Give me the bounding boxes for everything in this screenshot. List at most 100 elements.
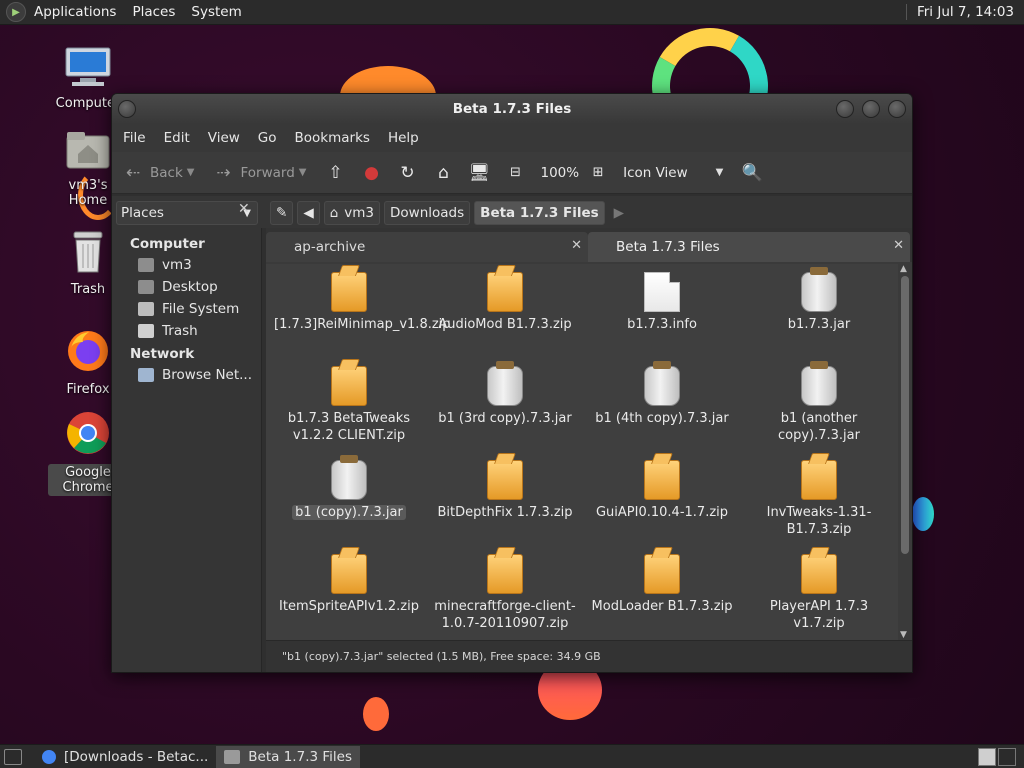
file-name: b1 (another copy).7.3.jar — [778, 411, 860, 443]
back-arrow-icon: ⇠ — [125, 162, 141, 183]
tab-ap-archive[interactable]: ap-archive ✕ — [266, 232, 588, 262]
menu-file[interactable]: File — [114, 130, 155, 146]
zoom-out-button[interactable]: ⊟ — [504, 162, 532, 184]
breadcrumb-current[interactable]: Beta 1.7.3 Files — [474, 201, 605, 225]
breadcrumb-prev-button[interactable]: ◀ — [297, 201, 320, 225]
file-name: b1 (3rd copy).7.3.jar — [438, 411, 572, 426]
scrollbar-thumb[interactable] — [901, 276, 909, 554]
task-beta-files[interactable]: Beta 1.7.3 Files — [216, 745, 360, 768]
file-item[interactable]: b1 (another copy).7.3.jar — [744, 361, 894, 444]
tab-beta-files[interactable]: Beta 1.7.3 Files ✕ — [588, 232, 910, 262]
file-item[interactable]: ItemSpriteAPIv1.2.zip — [274, 554, 424, 615]
file-name: b1 (copy).7.3.jar — [292, 505, 406, 520]
file-item[interactable]: b1.7.3.info — [587, 272, 737, 333]
file-item[interactable]: b1 (3rd copy).7.3.jar — [430, 361, 580, 427]
file-item[interactable]: AudioMod B1.7.3.zip — [430, 272, 580, 333]
file-item[interactable]: b1 (4th copy).7.3.jar — [587, 361, 737, 427]
close-button[interactable] — [888, 100, 906, 118]
search-icon: 🔍 — [741, 162, 763, 183]
window-titlebar[interactable]: Beta 1.7.3 Files — [112, 94, 912, 124]
forward-arrow-icon: ⇢ — [216, 162, 231, 183]
stop-button[interactable]: ● — [360, 162, 388, 184]
task-downloads[interactable]: [Downloads - Betac... — [34, 746, 216, 768]
file-name: minecraftforge-client-1.0.7-20110907.zip — [434, 599, 576, 631]
file-item[interactable]: InvTweaks-1.31-B1.7.3.zip — [744, 460, 894, 538]
up-button[interactable]: ⇧ — [324, 162, 352, 184]
tab-label: Beta 1.7.3 Files — [616, 239, 720, 255]
chevron-down-icon: ▼ — [715, 167, 724, 178]
zoom-in-button[interactable]: ⊞ — [587, 162, 615, 184]
sidebar-item-desktop[interactable]: Desktop — [112, 276, 261, 298]
file-name: b1.7.3.info — [627, 317, 697, 332]
up-arrow-icon: ⇧ — [328, 162, 343, 183]
archive-icon — [487, 554, 523, 594]
sidebar-close-icon[interactable]: ✕ — [238, 201, 250, 217]
menu-help[interactable]: Help — [379, 130, 428, 146]
breadcrumb-downloads[interactable]: Downloads — [384, 201, 471, 225]
file-item[interactable]: PlayerAPI 1.7.3 v1.7.zip — [744, 554, 894, 632]
view-mode-select[interactable]: Icon View ▼ — [623, 165, 733, 181]
maximize-button[interactable] — [862, 100, 880, 118]
workspace-2[interactable] — [998, 747, 1016, 766]
search-button[interactable]: 🔍 — [741, 162, 769, 184]
sidebar-item-browse-network[interactable]: Browse Net... — [112, 364, 261, 386]
computer-icon — [65, 47, 111, 86]
zoom-level[interactable]: 100% — [540, 165, 579, 181]
clock[interactable]: Fri Jul 7, 14:03 — [905, 4, 1024, 20]
menu-system[interactable]: System — [183, 4, 249, 20]
forward-button[interactable]: ⇢ Forward ▼ — [212, 162, 316, 184]
home-button[interactable]: ⌂ — [432, 162, 460, 184]
workspace-1[interactable] — [978, 747, 996, 766]
file-item[interactable]: BitDepthFix 1.7.3.zip — [430, 460, 580, 521]
distro-logo-icon[interactable]: ▶ — [6, 2, 26, 22]
file-item[interactable]: ModLoader B1.7.3.zip — [587, 554, 737, 615]
places-sidebar: Computer vm3 Desktop File System Trash N… — [112, 228, 262, 672]
file-item[interactable]: b1.7.3 BetaTweaks v1.2.2 CLIENT.zip — [274, 366, 424, 444]
sidebar-item-label: vm3 — [162, 257, 192, 273]
breadcrumb-vm3[interactable]: ⌂ vm3 — [323, 201, 381, 225]
close-tab-icon[interactable]: ✕ — [571, 238, 582, 253]
document-icon — [644, 272, 680, 312]
file-item[interactable]: minecraftforge-client-1.0.7-20110907.zip — [430, 554, 580, 632]
sidebar-item-trash[interactable]: Trash — [112, 320, 261, 342]
menu-applications[interactable]: Applications — [26, 4, 124, 20]
show-desktop-button[interactable] — [4, 748, 22, 765]
menu-go[interactable]: Go — [249, 130, 286, 146]
sidebar-item-file-system[interactable]: File System — [112, 298, 261, 320]
scroll-up-icon[interactable]: ▲ — [900, 264, 907, 274]
menu-edit[interactable]: Edit — [155, 130, 199, 146]
archive-icon — [487, 460, 523, 500]
menu-bookmarks[interactable]: Bookmarks — [286, 130, 379, 146]
sidebar-item-vm3[interactable]: vm3 — [112, 254, 261, 276]
wallpaper-orange-dot — [363, 697, 389, 731]
jar-icon — [487, 361, 523, 406]
breadcrumb-next-button[interactable]: ▶ — [609, 201, 629, 225]
window-menu-button[interactable] — [118, 100, 136, 118]
file-item[interactable]: b1 (copy).7.3.jar — [274, 455, 424, 521]
content-pane: ap-archive ✕ Beta 1.7.3 Files ✕ [1.7.3]R… — [266, 228, 912, 672]
computer-button[interactable]: 🖥 — [468, 162, 496, 184]
file-item[interactable]: GuiAPI0.10.4-1.7.zip — [587, 460, 737, 521]
home-folder-icon — [138, 258, 154, 272]
reload-button[interactable]: ↻ — [396, 162, 424, 184]
scroll-down-icon[interactable]: ▼ — [900, 630, 907, 640]
close-tab-icon[interactable]: ✕ — [893, 238, 904, 253]
minimize-button[interactable] — [836, 100, 854, 118]
back-history-dropdown-icon[interactable]: ▼ — [187, 167, 195, 178]
forward-history-dropdown-icon[interactable]: ▼ — [299, 167, 307, 178]
sidebar-selector[interactable]: Places ▼ — [116, 201, 258, 225]
toolbar: ⇠ Back ▼ ⇢ Forward ▼ ⇧ ● ↻ ⌂ 🖥 ⊟ 100% ⊞ — [112, 152, 912, 194]
menu-places[interactable]: Places — [124, 4, 183, 20]
vertical-scrollbar[interactable]: ▲ ▼ — [898, 264, 912, 640]
file-item[interactable]: [1.7.3]ReiMinimap_v1.8.zip — [274, 272, 451, 333]
toggle-location-entry-button[interactable]: ✎ — [270, 201, 294, 225]
menu-view[interactable]: View — [199, 130, 249, 146]
file-item[interactable]: b1.7.3.jar — [744, 267, 894, 333]
firefox-icon — [68, 331, 108, 371]
chrome-icon — [42, 749, 56, 764]
zoom-out-icon: ⊟ — [510, 165, 521, 180]
jar-icon — [644, 361, 680, 406]
network-icon — [138, 368, 154, 382]
wallpaper-teal-dot — [912, 497, 934, 531]
back-button[interactable]: ⇠ Back ▼ — [122, 162, 204, 184]
